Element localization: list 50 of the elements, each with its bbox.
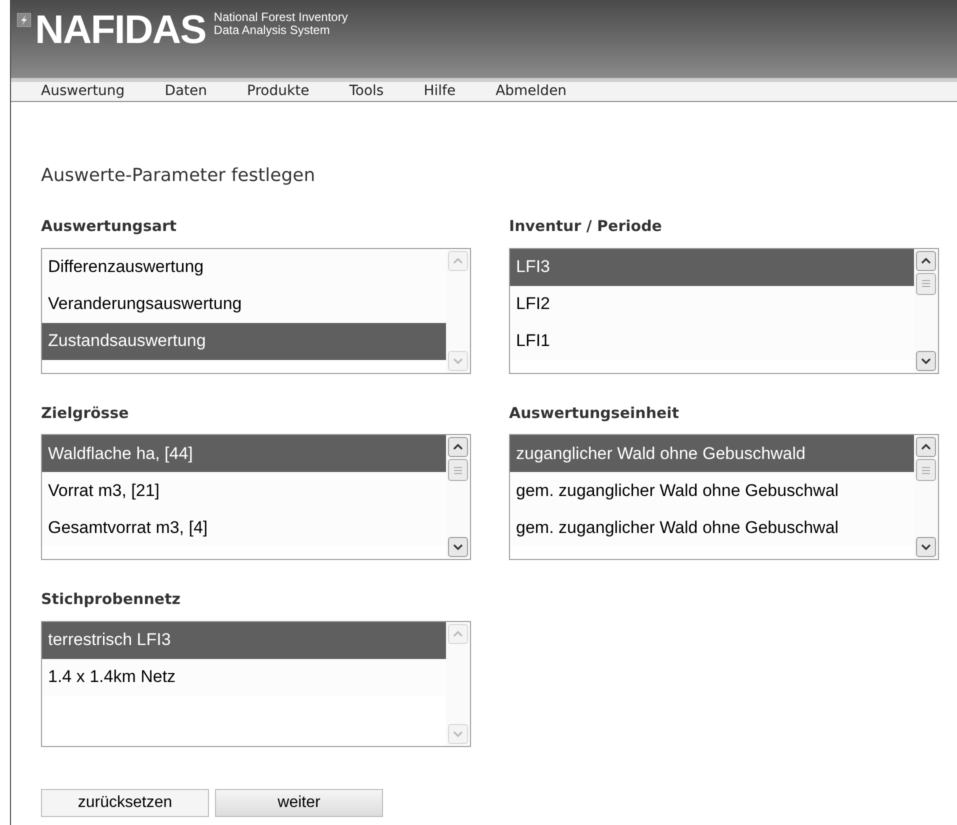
scroll-down-button[interactable] bbox=[916, 537, 936, 557]
scroll-down-button[interactable] bbox=[916, 350, 936, 370]
scrollbar[interactable] bbox=[914, 248, 938, 372]
menu-item[interactable]: Auswertung bbox=[41, 81, 125, 102]
menu-item[interactable]: Abmelden bbox=[496, 81, 567, 102]
scroll-thumb[interactable] bbox=[916, 272, 936, 294]
chevron-up-icon bbox=[921, 444, 931, 450]
form-button[interactable]: weiter bbox=[215, 788, 383, 816]
field-label: Auswertungseinheit bbox=[509, 402, 680, 424]
field-label: Zielgrösse bbox=[41, 402, 130, 424]
field-label: Auswertungsart bbox=[41, 216, 178, 237]
menu-item[interactable]: Produkte bbox=[247, 81, 310, 102]
list-box[interactable]: terrestrisch LFI3 1.4 x 1.4km Netz bbox=[41, 620, 471, 746]
scroll-up-button[interactable] bbox=[448, 437, 468, 457]
lightning-icon bbox=[17, 13, 31, 27]
scrollbar[interactable] bbox=[914, 435, 938, 559]
chevron-down-icon bbox=[453, 544, 463, 550]
scroll-down-button[interactable] bbox=[448, 537, 468, 557]
list-box[interactable]: zuganglicher Wald ohne Gebuschwald gem. zuganglicher Wald ohne Gebuschwal gem. zuganglicher Wald ohne Gebuschwal bbox=[509, 434, 939, 560]
chevron-down-icon bbox=[453, 730, 463, 736]
app-subtitle: National Forest Inventory bbox=[214, 11, 348, 24]
menu-item[interactable]: Daten bbox=[164, 81, 208, 102]
field-label: Inventur / Periode bbox=[509, 216, 663, 237]
scroll-up-button[interactable] bbox=[916, 437, 936, 457]
chevron-down-icon bbox=[453, 358, 463, 364]
scrollbar[interactable] bbox=[446, 435, 470, 559]
app-subtitle: Data Analysis System bbox=[214, 24, 330, 37]
chevron-up-icon bbox=[453, 258, 463, 264]
chevron-up-icon bbox=[453, 444, 463, 450]
scroll-up-button[interactable] bbox=[916, 250, 936, 270]
list-option[interactable]: Zustandsauswertung bbox=[42, 322, 446, 360]
field-label: Stichprobennetz bbox=[41, 589, 182, 610]
app-logo: NAFIDAS bbox=[35, 10, 206, 50]
chevron-up-icon bbox=[453, 630, 463, 636]
chevron-up-icon bbox=[921, 258, 931, 264]
menu-item[interactable]: Tools bbox=[349, 81, 384, 102]
page-title: Auswerte-Parameter festlegen bbox=[41, 164, 316, 188]
list-box[interactable]: Differenzauswertung Veranderungsauswertung Zustandsauswertung bbox=[41, 248, 471, 374]
list-option[interactable]: terrestrisch LFI3 bbox=[42, 622, 446, 658]
chevron-down-icon bbox=[921, 544, 931, 550]
list-option[interactable]: LFI3 bbox=[510, 248, 914, 286]
scroll-thumb[interactable] bbox=[448, 459, 468, 481]
form-button[interactable]: zurücksetzen bbox=[41, 788, 209, 816]
scroll-thumb[interactable] bbox=[916, 459, 936, 481]
menu-item[interactable]: Hilfe bbox=[424, 81, 456, 102]
list-option[interactable]: Waldflache ha, [44] bbox=[42, 435, 446, 472]
list-box[interactable]: Waldflache ha, [44] Vorrat m3, [21] Gesamtvorrat m3, [4] bbox=[41, 434, 471, 560]
list-option[interactable]: zuganglicher Wald ohne Gebuschwald bbox=[510, 435, 914, 472]
chevron-down-icon bbox=[921, 358, 931, 364]
list-box[interactable]: LFI3 LFI2 LFI1 bbox=[509, 248, 939, 374]
